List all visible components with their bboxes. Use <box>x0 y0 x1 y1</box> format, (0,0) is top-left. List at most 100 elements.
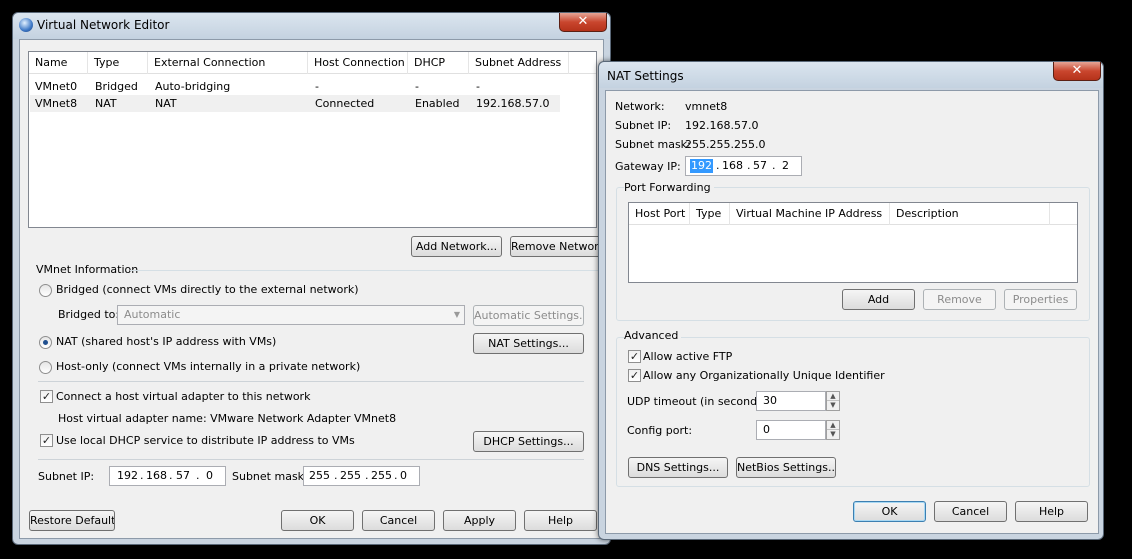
column-header-vm-ip-address[interactable]: Virtual Machine IP Address <box>730 203 890 225</box>
network-value: vmnet8 <box>685 100 728 113</box>
ip-octet: 168 <box>722 159 743 172</box>
table-cell: 192.168.57.0 <box>476 97 550 110</box>
nat-close-button[interactable]: ✕ <box>1053 62 1101 81</box>
add-network-button[interactable]: Add Network... <box>411 236 502 257</box>
udp-timeout-spinner[interactable]: ▲ ▼ <box>826 391 840 411</box>
nat-settings-button[interactable]: NAT Settings... <box>473 333 584 354</box>
network-globe-icon <box>19 18 33 32</box>
config-port-spinner[interactable]: ▲ ▼ <box>826 420 840 440</box>
cancel-button[interactable]: Cancel <box>362 510 435 531</box>
spin-down-icon[interactable]: ▼ <box>827 430 839 439</box>
connect-adapter-label[interactable]: Connect a host virtual adapter to this n… <box>56 390 310 404</box>
spin-down-icon[interactable]: ▼ <box>827 401 839 410</box>
config-port-value: 0 <box>763 423 770 436</box>
apply-button[interactable]: Apply <box>443 510 516 531</box>
help-button[interactable]: Help <box>524 510 597 531</box>
add-button[interactable]: Add <box>842 289 915 310</box>
host-only-radio[interactable] <box>39 361 52 374</box>
automatic-settings-button[interactable]: Automatic Settings... <box>473 305 584 326</box>
udp-timeout-input[interactable]: 30 <box>756 391 826 411</box>
nat-titlebar[interactable]: NAT Settings ✕ <box>599 62 1103 88</box>
column-header-external-connection[interactable]: External Connection <box>148 52 308 74</box>
ip-octet: 57 <box>753 159 767 172</box>
subnet-mask-field[interactable]: 255 . 255 . 255 . 0 <box>303 466 420 486</box>
restore-default-button[interactable]: Restore Default <box>29 510 115 531</box>
config-port-label: Config port: <box>627 424 693 437</box>
dhcp-settings-button[interactable]: DHCP Settings... <box>473 431 584 452</box>
section-separator <box>38 459 584 460</box>
table-cell: Enabled <box>415 97 460 110</box>
advanced-heading: Advanced <box>624 329 682 343</box>
allow-active-ftp-checkbox[interactable]: ✓ <box>628 350 641 363</box>
column-header-subnet-address[interactable]: Subnet Address <box>469 52 569 74</box>
dhcp-checkbox[interactable]: ✓ <box>40 434 53 447</box>
network-list[interactable]: Name Type External Connection Host Conne… <box>28 51 597 228</box>
allow-oui-label[interactable]: Allow any Organizationally Unique Identi… <box>643 369 885 383</box>
ip-dot: . <box>365 469 369 482</box>
ok-button[interactable]: OK <box>853 501 926 522</box>
ip-octet: 2 <box>782 159 789 172</box>
bridged-to-value: Automatic <box>124 308 181 321</box>
ip-dot: . <box>140 469 144 482</box>
table-cell: NAT <box>95 97 117 110</box>
column-header-host-port[interactable]: Host Port <box>629 203 690 225</box>
column-header-dhcp[interactable]: DHCP <box>408 52 469 74</box>
column-header-type[interactable]: Type <box>690 203 730 225</box>
table-cell: - <box>476 80 480 93</box>
help-button[interactable]: Help <box>1015 501 1088 522</box>
nat-settings-window: NAT Settings ✕ Network: vmnet8 Subnet IP… <box>598 61 1104 540</box>
vne-close-button[interactable]: ✕ <box>559 13 607 32</box>
properties-button[interactable]: Properties <box>1004 289 1077 310</box>
ip-dot: . <box>196 469 200 482</box>
column-header-name[interactable]: Name <box>29 52 88 74</box>
allow-oui-checkbox[interactable]: ✓ <box>628 369 641 382</box>
ip-octet: 255 <box>340 469 361 482</box>
subnet-mask-value: 255.255.255.0 <box>685 138 766 151</box>
table-row[interactable]: VMnet0 Bridged Auto-bridging - - - <box>30 78 560 95</box>
netbios-settings-button[interactable]: NetBios Settings... <box>736 457 836 478</box>
udp-timeout-value: 30 <box>763 394 777 407</box>
network-label: Network: <box>615 100 665 113</box>
spin-up-icon[interactable]: ▲ <box>827 421 839 430</box>
ip-octet: 0 <box>400 469 407 482</box>
remove-button[interactable]: Remove <box>923 289 996 310</box>
ip-dot: . <box>334 469 338 482</box>
gateway-ip-field[interactable]: 192 . 168 . 57 . 2 <box>685 156 802 176</box>
gateway-ip-label: Gateway IP: <box>615 160 681 173</box>
vne-titlebar[interactable]: Virtual Network Editor ✕ <box>13 13 610 39</box>
ok-button[interactable]: OK <box>281 510 354 531</box>
vne-client-area: Name Type External Connection Host Conne… <box>19 39 604 539</box>
spin-up-icon[interactable]: ▲ <box>827 392 839 401</box>
cancel-button[interactable]: Cancel <box>934 501 1007 522</box>
port-forwarding-header: Host Port Type Virtual Machine IP Addres… <box>629 203 1077 225</box>
bridged-to-label: Bridged to: <box>58 308 120 321</box>
nat-client-area: Network: vmnet8 Subnet IP: 192.168.57.0 … <box>605 90 1099 534</box>
close-icon: ✕ <box>577 14 589 29</box>
remove-network-button[interactable]: Remove Network <box>510 236 602 257</box>
nat-radio[interactable] <box>39 336 52 349</box>
host-only-radio-label[interactable]: Host-only (connect VMs internally in a p… <box>56 360 360 374</box>
dns-settings-button[interactable]: DNS Settings... <box>628 457 728 478</box>
column-header-type[interactable]: Type <box>88 52 148 74</box>
ip-dot: . <box>169 469 173 482</box>
dhcp-label[interactable]: Use local DHCP service to distribute IP … <box>56 434 355 448</box>
ip-octet: 0 <box>206 469 213 482</box>
chevron-down-icon: ▼ <box>453 310 460 319</box>
ip-dot: . <box>747 159 751 172</box>
column-header-host-connection[interactable]: Host Connection <box>308 52 408 74</box>
connect-adapter-checkbox[interactable]: ✓ <box>40 390 53 403</box>
section-separator <box>38 381 584 382</box>
column-header-description[interactable]: Description <box>890 203 1050 225</box>
bridged-radio[interactable] <box>39 284 52 297</box>
nat-radio-label[interactable]: NAT (shared host's IP address with VMs) <box>56 335 276 349</box>
table-cell: - <box>415 80 419 93</box>
allow-active-ftp-label[interactable]: Allow active FTP <box>643 350 732 364</box>
bridged-radio-label[interactable]: Bridged (connect VMs directly to the ext… <box>56 283 359 297</box>
table-row-selected[interactable]: VMnet8 NAT NAT Connected Enabled 192.168… <box>30 95 560 112</box>
config-port-input[interactable]: 0 <box>756 420 826 440</box>
ip-octet: 168 <box>146 469 167 482</box>
vne-title: Virtual Network Editor <box>37 18 170 32</box>
subnet-ip-field[interactable]: 192 . 168 . 57 . 0 <box>109 466 226 486</box>
bridged-to-dropdown[interactable]: Automatic ▼ <box>117 305 465 325</box>
port-forwarding-list[interactable]: Host Port Type Virtual Machine IP Addres… <box>628 202 1078 283</box>
